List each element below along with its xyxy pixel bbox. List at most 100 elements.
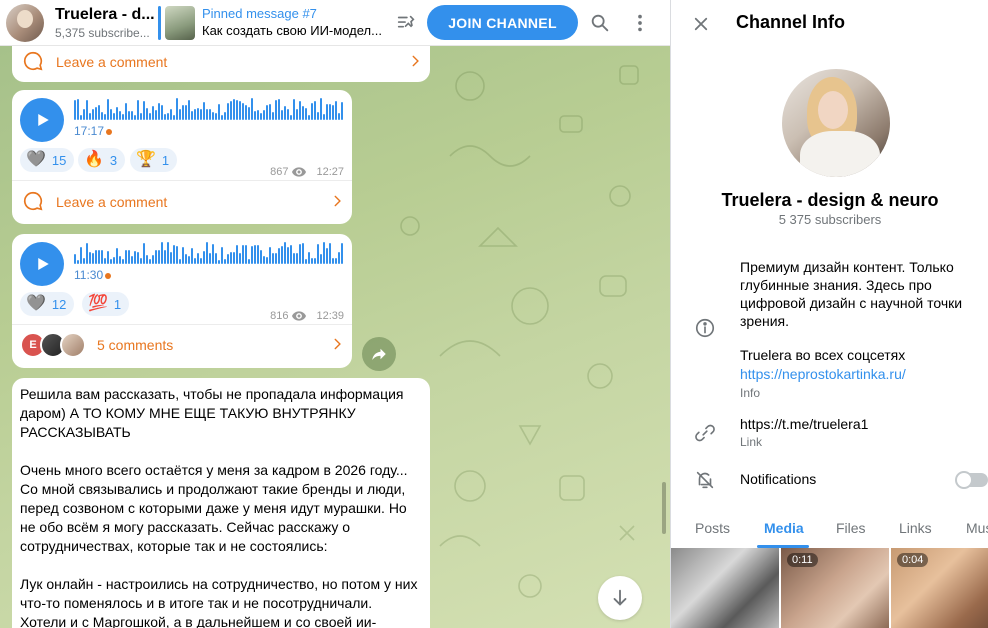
comments-count-label: 5 comments (97, 337, 174, 353)
waveform-bar (194, 258, 196, 264)
waveform-bar (299, 101, 301, 120)
divider (12, 180, 352, 181)
pinned-thumbnail[interactable] (165, 6, 195, 40)
waveform-bar (248, 259, 250, 264)
waveform-bar (188, 256, 190, 264)
notifications-label: Notifications (740, 471, 817, 487)
waveform-bar (227, 254, 229, 264)
waveform-bar (86, 243, 88, 264)
waveform-bar (242, 245, 244, 264)
reaction-heart[interactable]: 🩶 15 (20, 148, 75, 172)
waveform-bar (74, 100, 76, 120)
waveform-bar (323, 242, 325, 264)
close-button[interactable] (687, 10, 715, 38)
leave-comment-button[interactable]: Leave a comment (12, 50, 430, 74)
waveform-bar (299, 244, 301, 264)
waveform-bar (290, 245, 292, 264)
waveform-bar (308, 252, 310, 264)
waveform-bar (236, 245, 238, 264)
notifications-toggle[interactable] (955, 471, 988, 489)
share-button[interactable] (362, 337, 396, 371)
waveform-bar (278, 248, 280, 264)
waveform-bar (260, 250, 262, 264)
tab-posts[interactable]: Posts (695, 520, 730, 536)
waveform-bar (311, 258, 313, 264)
voice-duration: 17:17 (74, 124, 113, 138)
tab-media[interactable]: Media (764, 520, 804, 536)
waveform-bar (215, 113, 217, 120)
reaction-heart[interactable]: 🩶 12 (20, 292, 75, 316)
waveform-bar (296, 109, 298, 120)
reaction-fire[interactable]: 🔥 3 (78, 148, 126, 172)
pinned-title[interactable]: Pinned message #7 (202, 6, 317, 21)
reaction-hundred[interactable]: 💯 1 (82, 292, 130, 316)
comments-button[interactable]: E 5 comments (12, 330, 352, 360)
chat-scrollbar[interactable] (662, 482, 666, 534)
waveform-bar (119, 111, 121, 120)
tab-music[interactable]: Music (966, 520, 988, 536)
play-button[interactable] (20, 242, 64, 286)
waveform-bar (149, 259, 151, 264)
waveform-bar (224, 112, 226, 120)
media-thumbnail[interactable] (671, 548, 779, 628)
waveform-bar (332, 105, 334, 120)
share-icon (372, 348, 386, 360)
leave-comment-button[interactable]: Leave a comment (12, 190, 352, 214)
waveform-bar (122, 259, 124, 264)
channel-website-link[interactable]: https://neprostokartinka.ru/ (740, 366, 906, 382)
reaction-trophy[interactable]: 🏆 1 (130, 148, 178, 172)
waveform-bar (308, 115, 310, 120)
pinned-text[interactable]: Как создать свою ИИ-модел... (202, 23, 384, 38)
waveform-bar (320, 98, 322, 120)
waveform-bar (155, 110, 157, 120)
waveform-bar (257, 110, 259, 120)
waveform-bar (110, 109, 112, 120)
waveform-bar (254, 111, 256, 120)
search-icon[interactable] (586, 9, 614, 37)
play-button[interactable] (20, 98, 64, 142)
waveform-bar (230, 252, 232, 264)
chat-area[interactable]: Leave a comment 17:17 🩶 15 🔥 3 🏆 1 867 12:2… (0, 46, 670, 628)
waveform-bar (338, 113, 340, 120)
waveform-bar (164, 114, 166, 120)
waveform-bar (134, 251, 136, 264)
join-channel-button[interactable]: JOIN CHANNEL (427, 5, 578, 40)
arrow-down-icon (613, 589, 627, 606)
commenter-avatars: E (20, 332, 86, 358)
waveform-bar (158, 103, 160, 120)
channel-invite-link[interactable]: https://t.me/truelera1 (740, 416, 868, 432)
channel-subscribers-count: 5 375 subscribers (778, 212, 882, 227)
waveform-bar (245, 105, 247, 120)
waveform-bar (185, 105, 187, 120)
waveform-bar (287, 247, 289, 264)
waveform-bar (230, 101, 232, 120)
waveform-bar (119, 256, 121, 264)
waveform-bar (275, 253, 277, 264)
channel-name: Truelera - design & neuro (721, 190, 939, 210)
scroll-down-button[interactable] (598, 576, 642, 620)
waveform-bar (128, 250, 130, 264)
panel-title: Channel Info (736, 12, 845, 32)
waveform-bar (263, 110, 265, 120)
waveform-bar (125, 103, 127, 120)
channel-photo[interactable] (782, 69, 890, 177)
waveform-bar (176, 246, 178, 264)
tab-links[interactable]: Links (899, 520, 932, 536)
waveform-bar (149, 113, 151, 120)
waveform-bar (143, 243, 145, 264)
channel-title[interactable]: Truelera - d... (55, 6, 155, 24)
voice-waveform[interactable] (74, 242, 344, 264)
waveform-bar (185, 254, 187, 264)
waveform-bar (188, 100, 190, 120)
waveform-bar (113, 113, 115, 120)
waveform-bar (272, 253, 274, 264)
tab-files[interactable]: Files (836, 520, 866, 536)
waveform-bar (161, 105, 163, 120)
voice-waveform[interactable] (74, 98, 344, 120)
more-options-icon[interactable] (626, 9, 654, 37)
pinned-list-icon[interactable] (392, 9, 420, 37)
media-thumbnail[interactable]: 0:11 (781, 548, 889, 628)
media-thumbnail[interactable]: 0:04 (891, 548, 988, 628)
channel-avatar[interactable] (6, 4, 44, 42)
message-paragraph: Лук онлайн - настроились на сотрудничест… (20, 576, 418, 628)
